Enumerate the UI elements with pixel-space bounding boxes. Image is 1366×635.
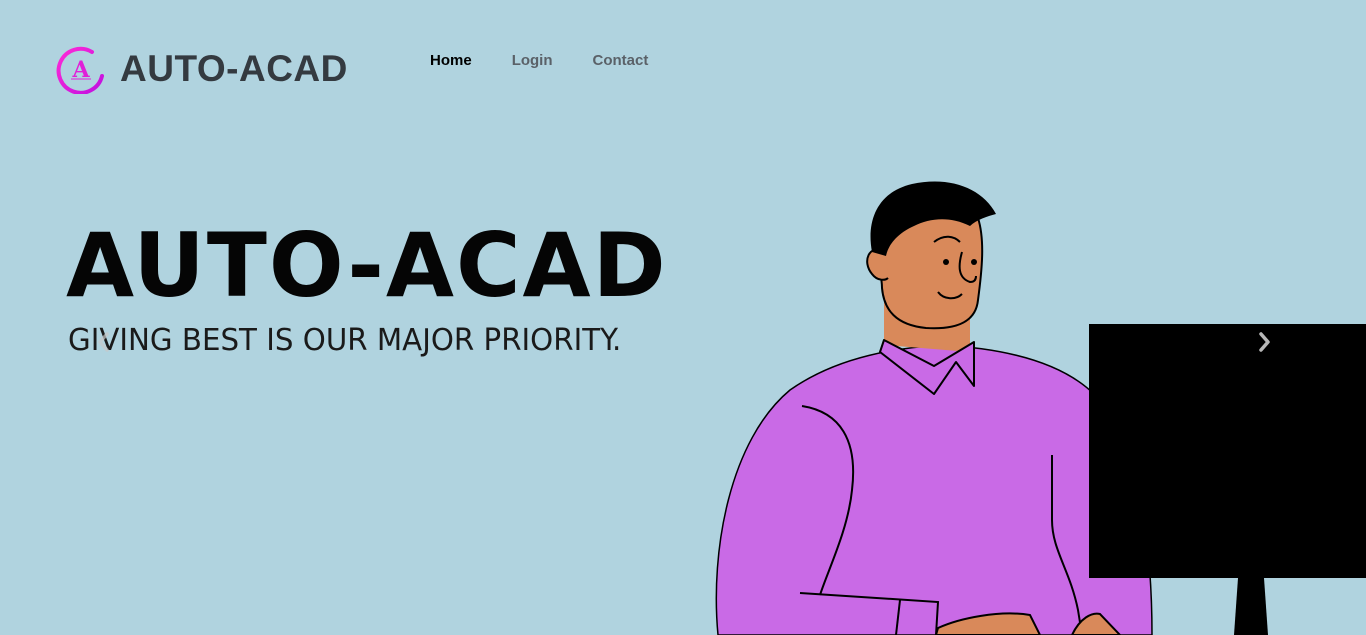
landing-page: A AUTO-ACAD Home Login Contact AUTO-ACAD… [0, 0, 1366, 635]
nav-menu: Home Login Contact [430, 52, 648, 69]
hero-title: AUTO-ACAD [66, 214, 668, 317]
brand-name: AUTO-ACAD [120, 48, 348, 89]
nav-home-link[interactable]: Home [430, 52, 472, 69]
chevron-right-icon[interactable] [1252, 328, 1276, 356]
computer-monitor [1089, 324, 1366, 578]
navbar: A AUTO-ACAD Home Login Contact [0, 0, 1366, 120]
monitor-stand [1234, 578, 1268, 635]
brand-logo-icon: A [56, 46, 104, 94]
brand-link[interactable]: A AUTO-ACAD [56, 44, 348, 94]
nav-contact-link[interactable]: Contact [593, 52, 649, 69]
hero-subtitle: GIVING BEST IS OUR MAJOR PRIORITY. [68, 323, 622, 358]
hero-illustration [715, 181, 1366, 635]
chevron-left-icon[interactable] [92, 328, 116, 356]
nav-login-link[interactable]: Login [512, 52, 553, 69]
